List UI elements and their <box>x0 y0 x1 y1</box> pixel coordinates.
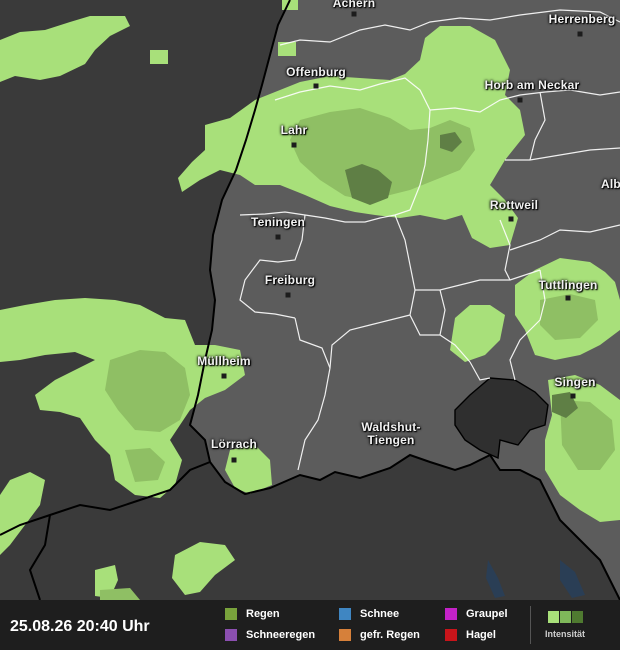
town-marker <box>565 295 571 301</box>
legend-label: Hagel <box>466 629 496 641</box>
town-marker <box>351 11 357 17</box>
legend-label: Graupel <box>466 608 508 620</box>
lake <box>560 560 585 598</box>
town-marker <box>221 373 227 379</box>
town-marker <box>570 393 576 399</box>
intensity-label: Intensität <box>545 629 586 639</box>
city-label-rottweil: Rottweil <box>489 198 539 212</box>
swatch-schneeregen <box>225 629 237 641</box>
intensity-swatch-mid <box>560 611 571 623</box>
legend-bar: 25.08.26 20:40 Uhr Regen Schneeregen Sch… <box>0 600 620 650</box>
swatch-graupel <box>445 608 457 620</box>
intensity-swatch-dark <box>572 611 583 623</box>
town-marker <box>285 292 291 298</box>
legend-label: Schnee <box>360 608 400 620</box>
city-label-offenburg: Offenburg <box>286 65 346 79</box>
town-marker <box>517 97 523 103</box>
town-marker <box>508 216 514 222</box>
legend-label: Schneeregen <box>246 629 316 641</box>
intensity-scale <box>548 610 584 628</box>
town-marker <box>275 234 281 240</box>
city-label-horb: Horb am Neckar <box>484 78 580 92</box>
city-label-singen: Singen <box>554 375 596 389</box>
city-label-freiburg: Freiburg <box>264 273 316 287</box>
city-label-herrenberg: Herrenberg <box>548 12 616 26</box>
lake <box>486 560 505 598</box>
swatch-regen <box>225 608 237 620</box>
town-marker <box>231 457 237 463</box>
city-label-tuttlingen: Tuttlingen <box>538 278 598 292</box>
legend-label: gefr. Regen <box>360 629 420 641</box>
city-label-teningen: Teningen <box>250 215 306 229</box>
city-label-loerrach: Lörrach <box>210 437 258 451</box>
legend-item-graupel: Graupel <box>445 608 508 620</box>
swatch-gefr-regen <box>339 629 351 641</box>
timestamp: 25.08.26 20:40 Uhr <box>10 618 150 635</box>
town-marker <box>313 83 319 89</box>
legend-separator <box>530 606 531 644</box>
city-label-alb: Alb <box>601 177 620 191</box>
radar-map[interactable]: Achern Herrenberg Offenburg Horb am Neck… <box>0 0 620 600</box>
legend-item-schneeregen: Schneeregen <box>225 629 315 641</box>
town-marker <box>291 142 297 148</box>
swatch-schnee <box>339 608 351 620</box>
city-label-lahr: Lahr <box>280 123 308 137</box>
swatch-hagel <box>445 629 457 641</box>
legend-item-gefr-regen: gefr. Regen <box>339 629 420 641</box>
city-label-achern: Achern <box>332 0 376 10</box>
intensity-swatch-light <box>548 611 559 623</box>
legend-item-hagel: Hagel <box>445 629 496 641</box>
legend-item-regen: Regen <box>225 608 280 620</box>
town-marker <box>577 31 583 37</box>
city-label-waldshut: Waldshut- Tiengen <box>361 420 421 447</box>
city-label-muellheim: Müllheim <box>197 354 251 368</box>
legend-item-schnee: Schnee <box>339 608 399 620</box>
legend-label: Regen <box>246 608 280 620</box>
